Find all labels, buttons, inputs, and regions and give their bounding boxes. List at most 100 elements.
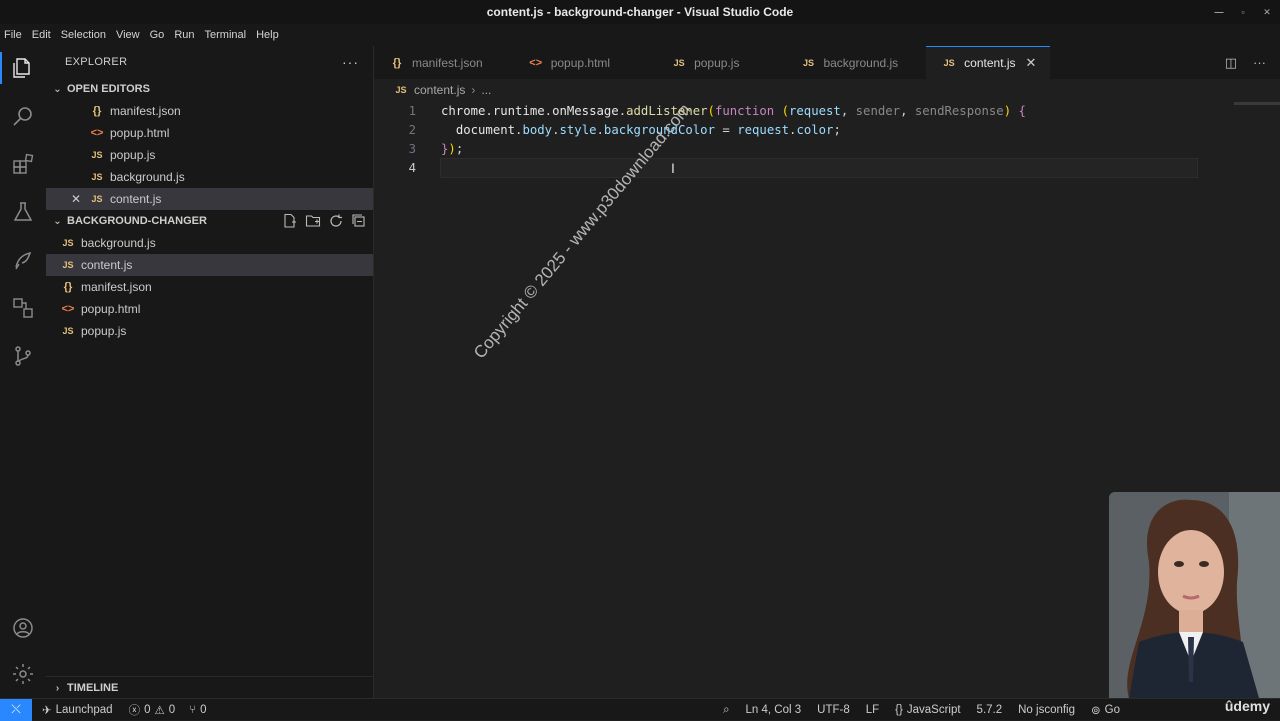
folder-file-item[interactable]: JS background.js [46, 232, 373, 254]
open-editor-item-active[interactable]: ✕ JS content.js [46, 188, 373, 210]
menu-bar: File Edit Selection View Go Run Terminal… [0, 24, 1280, 46]
more-actions-icon[interactable]: ··· [342, 54, 359, 70]
webcam-overlay [1109, 492, 1280, 698]
tab-manifest-json[interactable]: {} manifest.json [374, 46, 497, 79]
file-name: manifest.json [110, 104, 181, 118]
warning-count: 0 [168, 703, 176, 716]
line-ending[interactable]: LF [866, 704, 879, 716]
file-name: popup.html [110, 126, 170, 140]
chevron-right-icon: › [55, 682, 60, 694]
ts-version[interactable]: 5.7.2 [977, 704, 1003, 716]
explorer-title: EXPLORER [65, 56, 128, 68]
minimap[interactable] [1234, 102, 1280, 105]
source-control-icon[interactable] [11, 344, 35, 368]
folder-file-item[interactable]: <> popup.html [46, 298, 373, 320]
problems-item[interactable]: ⓧ 0 ⚠ 0 [129, 702, 176, 718]
breadcrumb-symbol[interactable]: ... [481, 83, 491, 97]
menu-run[interactable]: Run [170, 29, 198, 41]
settings-gear-icon[interactable] [11, 662, 35, 686]
open-editor-item[interactable]: {} manifest.json [46, 100, 373, 122]
file-name: popup.js [110, 148, 156, 162]
close-tab-icon[interactable]: ✕ [1026, 55, 1037, 71]
refresh-icon[interactable] [328, 213, 344, 229]
menu-selection[interactable]: Selection [57, 29, 110, 41]
close-editor-icon[interactable]: ✕ [71, 192, 81, 206]
testing-icon[interactable] [11, 200, 35, 224]
menu-help[interactable]: Help [252, 29, 283, 41]
zoom-icon: ⌕ [723, 703, 730, 716]
broadcast-icon: ⊚ [1091, 705, 1101, 717]
error-icon: ⓧ [128, 704, 141, 717]
ports-count: 0 [200, 703, 207, 716]
extensions-icon[interactable] [11, 152, 35, 176]
split-editor-icon[interactable]: ◫ [1225, 55, 1237, 71]
folder-file-item[interactable]: JS popup.js [46, 320, 373, 342]
breadcrumb-file[interactable]: content.js [414, 83, 465, 97]
breadcrumb: JS content.js › ... [374, 79, 1280, 101]
editor-more-icon[interactable]: ··· [1253, 55, 1266, 71]
cursor-position[interactable]: Ln 4, Col 3 [746, 704, 802, 716]
new-folder-icon[interactable] [305, 213, 321, 229]
jsconfig-status[interactable]: No jsconfig [1018, 704, 1075, 716]
new-file-icon[interactable] [282, 213, 298, 229]
udemy-logo: ûdemy [1224, 698, 1270, 714]
html-file-icon: <> [90, 127, 104, 139]
open-editors-header[interactable]: ⌄ OPEN EDITORS [46, 78, 373, 100]
tab-label: background.js [823, 55, 899, 70]
containers-icon[interactable] [11, 296, 35, 320]
menu-edit[interactable]: Edit [28, 29, 55, 41]
rocket-icon: ✈ [42, 704, 52, 717]
tab-label: popup.js [694, 55, 740, 70]
open-editor-item[interactable]: JS background.js [46, 166, 373, 188]
menu-view[interactable]: View [112, 29, 144, 41]
tab-popup-html[interactable]: <> popup.html [497, 46, 624, 79]
remote-indicator-icon[interactable]: ⤬ [0, 698, 32, 721]
encoding[interactable]: UTF-8 [817, 704, 850, 716]
line-number: 1 [408, 103, 416, 118]
activity-bar [0, 46, 47, 698]
explorer-icon[interactable] [0, 52, 35, 84]
launchpad-item[interactable]: ✈ Launchpad [42, 703, 113, 717]
menu-go[interactable]: Go [146, 29, 169, 41]
code-line-text: document.body.style.backgroundColor = re… [455, 122, 841, 137]
js-file-icon: JS [91, 150, 103, 160]
tab-content-js[interactable]: JS content.js ✕ [926, 46, 1051, 79]
collapse-all-icon[interactable] [351, 213, 367, 229]
minimize-icon[interactable]: — [1214, 7, 1224, 17]
folder-header[interactable]: ⌄ BACKGROUND-CHANGER [46, 210, 373, 232]
file-name: manifest.json [81, 280, 152, 294]
zoom-item[interactable]: ⌕ [723, 704, 729, 717]
open-editor-item[interactable]: JS popup.js [46, 144, 373, 166]
code-line: 2 document.body.style.backgroundColor = … [374, 120, 1280, 139]
tab-label: manifest.json [412, 55, 483, 70]
open-editor-item[interactable]: <> popup.html [46, 122, 373, 144]
js-file-icon: JS [91, 172, 103, 182]
window-title: content.js - background-changer - Visual… [486, 5, 794, 19]
json-file-icon: {} [392, 56, 402, 69]
tab-background-js[interactable]: JS background.js [753, 46, 912, 79]
braces-icon: {} [895, 704, 903, 716]
timeline-header[interactable]: › TIMELINE [46, 676, 373, 699]
language-mode[interactable]: {} JavaScript [895, 704, 960, 716]
tab-popup-js[interactable]: JS popup.js [624, 46, 753, 79]
menu-file[interactable]: File [0, 29, 26, 41]
js-file-icon: JS [91, 194, 103, 204]
js-file-icon: JS [395, 85, 407, 95]
search-icon[interactable] [11, 104, 35, 128]
code-editor[interactable]: 1 chrome.runtime.onMessage.addListener(f… [374, 101, 1280, 178]
close-window-icon[interactable]: ✕ [1262, 7, 1272, 17]
remote-explorer-icon[interactable] [11, 248, 35, 272]
folder-file-item-selected[interactable]: JS content.js [46, 254, 373, 276]
ports-item[interactable]: ⑂ 0 [189, 704, 206, 716]
presenter-avatar [1109, 492, 1280, 698]
js-file-icon: JS [62, 326, 74, 336]
go-live-item[interactable]: ⊚ Go [1091, 703, 1120, 717]
maximize-icon[interactable]: ▫ [1238, 7, 1248, 17]
account-icon[interactable] [11, 616, 35, 640]
menu-terminal[interactable]: Terminal [201, 29, 251, 41]
text-cursor-icon: I [671, 160, 675, 176]
folder-file-item[interactable]: {} manifest.json [46, 276, 373, 298]
status-right: ⌕ Ln 4, Col 3 UTF-8 LF {} JavaScript 5.7… [707, 699, 1280, 721]
code-line-text: }); [441, 141, 464, 156]
html-file-icon: <> [529, 56, 543, 69]
